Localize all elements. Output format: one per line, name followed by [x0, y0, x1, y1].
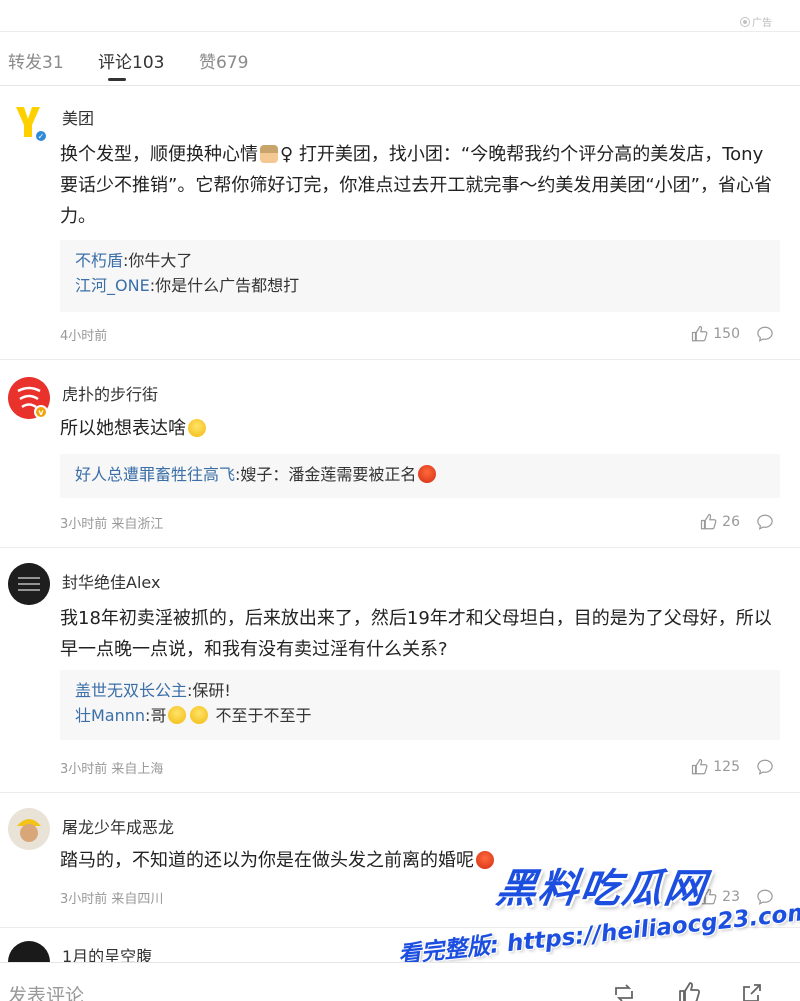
like-count: 23 — [722, 889, 740, 905]
comment-meta: 3小时前 来自浙江 — [60, 517, 164, 532]
reply-username[interactable]: 好人总遭罪畜牲往高飞 — [75, 465, 235, 484]
ad-label: 广告 — [752, 18, 772, 29]
comment-item: 1月的呈空腹 — [0, 929, 800, 962]
share-icon[interactable] — [740, 981, 764, 1001]
tab-reposts[interactable]: 转发31 — [8, 48, 64, 73]
avatar[interactable] — [8, 941, 50, 962]
repost-icon[interactable] — [612, 981, 636, 1001]
comment-item: 封华绝佳Alex 我18年初卖淫被抓的，后来放出来了，然后19年才和父母坦白，目… — [0, 549, 800, 793]
reply-username[interactable]: 盖世无双长公主 — [75, 681, 187, 700]
tab-likes[interactable]: 赞679 — [199, 48, 248, 73]
reply-box: 盖世无双长公主:保研! 壮Mannn:哥 不至于不至于 — [60, 670, 780, 740]
verified-badge-icon: ✓ — [34, 129, 48, 143]
comment-text: 所以她想表达啥 — [60, 413, 780, 444]
tab-bar: 转发31 评论103 赞679 — [0, 32, 800, 86]
like-button[interactable]: 125 — [691, 758, 740, 776]
reply-item: 盖世无双长公主:保研! — [75, 678, 765, 703]
reply-box: 不朽盾:你牛大了 江河_ONE:你是什么广告都想打 — [60, 240, 780, 312]
thumbs-up-icon — [692, 325, 708, 342]
reply-text: :你是什么广告都想打 — [149, 276, 300, 295]
reply-box: 好人总遭罪畜牲往高飞:嫂子：潘金莲需要被正名 — [60, 454, 780, 498]
reply-item: 不朽盾:你牛大了 — [75, 248, 765, 273]
compose-comment-input[interactable]: 发表评论 — [8, 981, 84, 1001]
ad-tag[interactable]: 广告 — [740, 14, 772, 29]
comment-username[interactable]: 美团 — [62, 105, 94, 129]
comment-text-part: 换个发型，顺便换种心情 — [60, 144, 258, 165]
thumbs-up-icon — [701, 513, 717, 530]
comment-username[interactable]: 1月的呈空腹 — [62, 943, 152, 962]
active-tab-indicator — [108, 78, 126, 81]
thumbs-up-icon — [701, 888, 717, 905]
avatar[interactable] — [8, 808, 50, 850]
comment-text: 我18年初卖淫被抓的，后来放出来了，然后19年才和父母坦白，目的是为了父母好，所… — [60, 608, 772, 660]
haircut-emoji-icon — [260, 145, 278, 163]
comment-item: v 虎扑的步行街 所以她想表达啥 好人总遭罪畜牲往高飞:嫂子：潘金莲需要被正名 … — [0, 361, 800, 548]
comment-username[interactable]: 虎扑的步行街 — [62, 381, 158, 405]
like-count: 26 — [722, 514, 740, 530]
helmet-avatar-icon — [8, 808, 50, 850]
reply-text: :嫂子：潘金莲需要被正名 — [235, 465, 417, 484]
comment-text: 换个发型，顺便换种心情 ♀ 打开美团，找小团：“今晚帮我约个评分高的美发店，Ton… — [60, 139, 780, 232]
comment-meta: 3小时前 来自四川 — [60, 892, 164, 907]
reply-username[interactable]: 壮Mannn — [75, 706, 145, 725]
angry-emoji-icon — [476, 851, 494, 869]
avatar[interactable] — [8, 563, 50, 605]
comment-username[interactable]: 封华绝佳Alex — [62, 569, 160, 593]
reply-text: 不至于不至于 — [215, 706, 312, 725]
reply-item: 壮Mannn:哥 不至于不至于 — [75, 703, 765, 728]
like-button[interactable]: 23 — [700, 888, 740, 906]
reply-text: :保研! — [187, 681, 231, 700]
bottom-action-bar: 发表评论 — [0, 962, 800, 1001]
verified-badge-icon: v — [34, 405, 48, 419]
comment-meta: 4小时前 — [60, 329, 108, 344]
reply-username[interactable]: 江河_ONE — [75, 276, 150, 295]
top-bar: 广告 — [0, 0, 800, 32]
comment-bubble-icon[interactable] — [756, 513, 774, 531]
like-button[interactable]: 26 — [700, 513, 740, 531]
comment-meta: 3小时前 来自上海 — [60, 762, 164, 777]
comment-item: 屠龙少年成恶龙 踏马的，不知道的还以为你是在做头发之前离的婚呢 3小时前 来自四… — [0, 794, 800, 928]
comment-text-part: 踏马的，不知道的还以为你是在做头发之前离的婚呢 — [60, 850, 474, 871]
comment-bubble-icon[interactable] — [756, 888, 774, 906]
comment-bubble-icon[interactable] — [756, 325, 774, 343]
laugh-emoji-icon — [190, 706, 209, 724]
thumbs-up-icon[interactable] — [678, 981, 702, 1001]
reply-username[interactable]: 不朽盾 — [75, 251, 123, 270]
comment-username[interactable]: 屠龙少年成恶龙 — [62, 814, 174, 838]
comment-text: 踏马的，不知道的还以为你是在做头发之前离的婚呢 — [60, 845, 780, 876]
reply-text: :哥 — [145, 706, 167, 725]
comment-item: ✓ 美团 换个发型，顺便换种心情 ♀ 打开美团，找小团：“今晚帮我约个评分高的美发… — [0, 87, 800, 360]
like-button[interactable]: 150 — [691, 325, 740, 343]
angry-emoji-icon — [418, 465, 437, 483]
like-count: 150 — [713, 326, 740, 342]
tab-comments[interactable]: 评论103 — [98, 48, 164, 73]
reply-item: 好人总遭罪畜牲往高飞:嫂子：潘金莲需要被正名 — [75, 462, 765, 487]
like-count: 125 — [713, 759, 740, 775]
laugh-emoji-icon — [168, 706, 187, 724]
ad-icon — [740, 16, 750, 27]
grimace-emoji-icon — [188, 419, 206, 437]
thumbs-up-icon — [692, 758, 708, 775]
comment-bubble-icon[interactable] — [756, 758, 774, 776]
comment-text-part: 所以她想表达啥 — [60, 418, 186, 439]
reply-item: 江河_ONE:你是什么广告都想打 — [75, 273, 765, 298]
reply-text: :你牛大了 — [123, 251, 193, 270]
alex-logo-icon — [8, 563, 50, 605]
